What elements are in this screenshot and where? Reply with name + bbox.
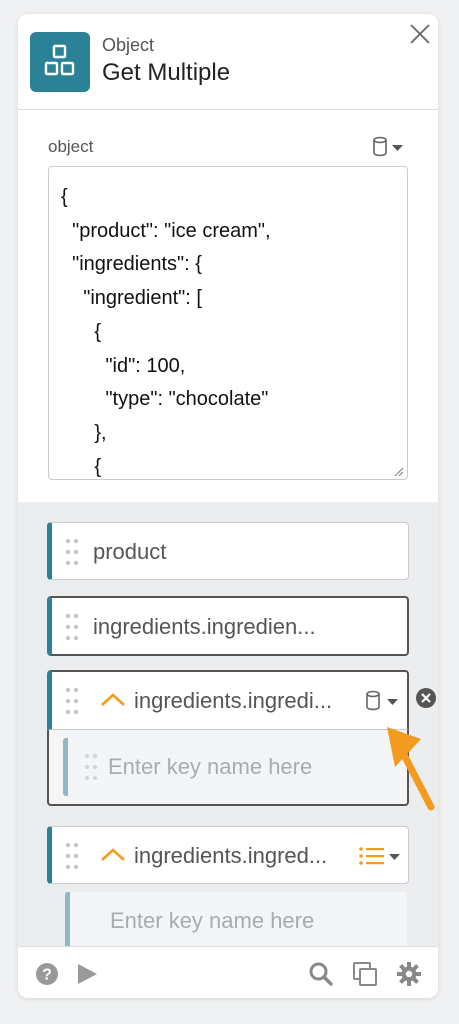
gear-icon[interactable] bbox=[396, 961, 422, 987]
json-line: "type": "chocolate" bbox=[61, 388, 269, 411]
copy-icon[interactable] bbox=[352, 961, 378, 987]
object-blocks-icon bbox=[30, 32, 90, 92]
key-name: product bbox=[93, 539, 167, 564]
key-row-expanded[interactable]: ingredients.ingredi... bbox=[47, 670, 409, 730]
list-icon[interactable] bbox=[358, 845, 404, 867]
search-icon[interactable] bbox=[308, 961, 334, 987]
key-row-expanded[interactable]: ingredients.ingred... bbox=[47, 826, 409, 884]
key-name: ingredients.ingredien... bbox=[93, 614, 316, 639]
object-json-content: { "product": "ice cream", "ingredients":… bbox=[61, 181, 271, 479]
drag-handle-icon[interactable] bbox=[64, 841, 80, 871]
json-line: "id": 100, bbox=[61, 354, 186, 377]
database-icon bbox=[373, 136, 403, 157]
play-icon[interactable] bbox=[74, 961, 100, 987]
drag-handle-icon[interactable] bbox=[64, 537, 80, 567]
resize-handle[interactable] bbox=[392, 464, 404, 477]
panel-footer: ? bbox=[18, 946, 438, 998]
action-panel: Object Get Multiple object { "product": … bbox=[18, 14, 438, 998]
svg-text:?: ? bbox=[42, 967, 52, 984]
key-row[interactable]: ingredients.ingredien... bbox=[47, 596, 409, 656]
json-line: "ingredients": { bbox=[61, 253, 202, 276]
key-name: ingredients.ingredi... bbox=[134, 688, 333, 713]
annotation-arrow-icon bbox=[387, 727, 435, 811]
nested-keys-container bbox=[47, 730, 409, 806]
close-icon[interactable] bbox=[408, 22, 432, 46]
chevron-up-icon[interactable] bbox=[100, 847, 126, 863]
object-field: object { "product": "ice cream", "ingred… bbox=[18, 110, 438, 502]
object-field-label: object bbox=[48, 137, 94, 156]
action-category: Object bbox=[102, 35, 155, 55]
json-line: "ingredient": [ bbox=[61, 287, 202, 310]
chevron-up-icon[interactable] bbox=[100, 692, 126, 708]
drag-handle-icon[interactable] bbox=[64, 612, 80, 642]
json-line: "product": "ice cream", bbox=[61, 219, 271, 242]
drag-handle-icon[interactable] bbox=[64, 686, 80, 716]
json-line: }, bbox=[61, 421, 107, 444]
json-line: { bbox=[61, 320, 102, 343]
json-line: { bbox=[61, 455, 102, 478]
key-name-input[interactable] bbox=[65, 892, 407, 950]
panel-header: Object Get Multiple bbox=[18, 14, 438, 110]
json-line: { bbox=[61, 186, 68, 208]
keys-list: product ingredients.ingredien... ingredi… bbox=[18, 502, 438, 950]
database-icon[interactable] bbox=[363, 690, 403, 712]
data-source-dropdown[interactable] bbox=[370, 136, 406, 158]
key-name-input[interactable] bbox=[63, 738, 392, 796]
remove-key-icon[interactable] bbox=[415, 687, 437, 709]
object-json-textarea[interactable]: { "product": "ice cream", "ingredients":… bbox=[48, 166, 408, 480]
help-icon[interactable]: ? bbox=[34, 961, 60, 987]
action-title: Get Multiple bbox=[102, 59, 231, 86]
drag-handle-icon[interactable] bbox=[83, 752, 99, 782]
key-row[interactable]: product bbox=[47, 522, 409, 580]
key-name: ingredients.ingred... bbox=[134, 843, 328, 868]
